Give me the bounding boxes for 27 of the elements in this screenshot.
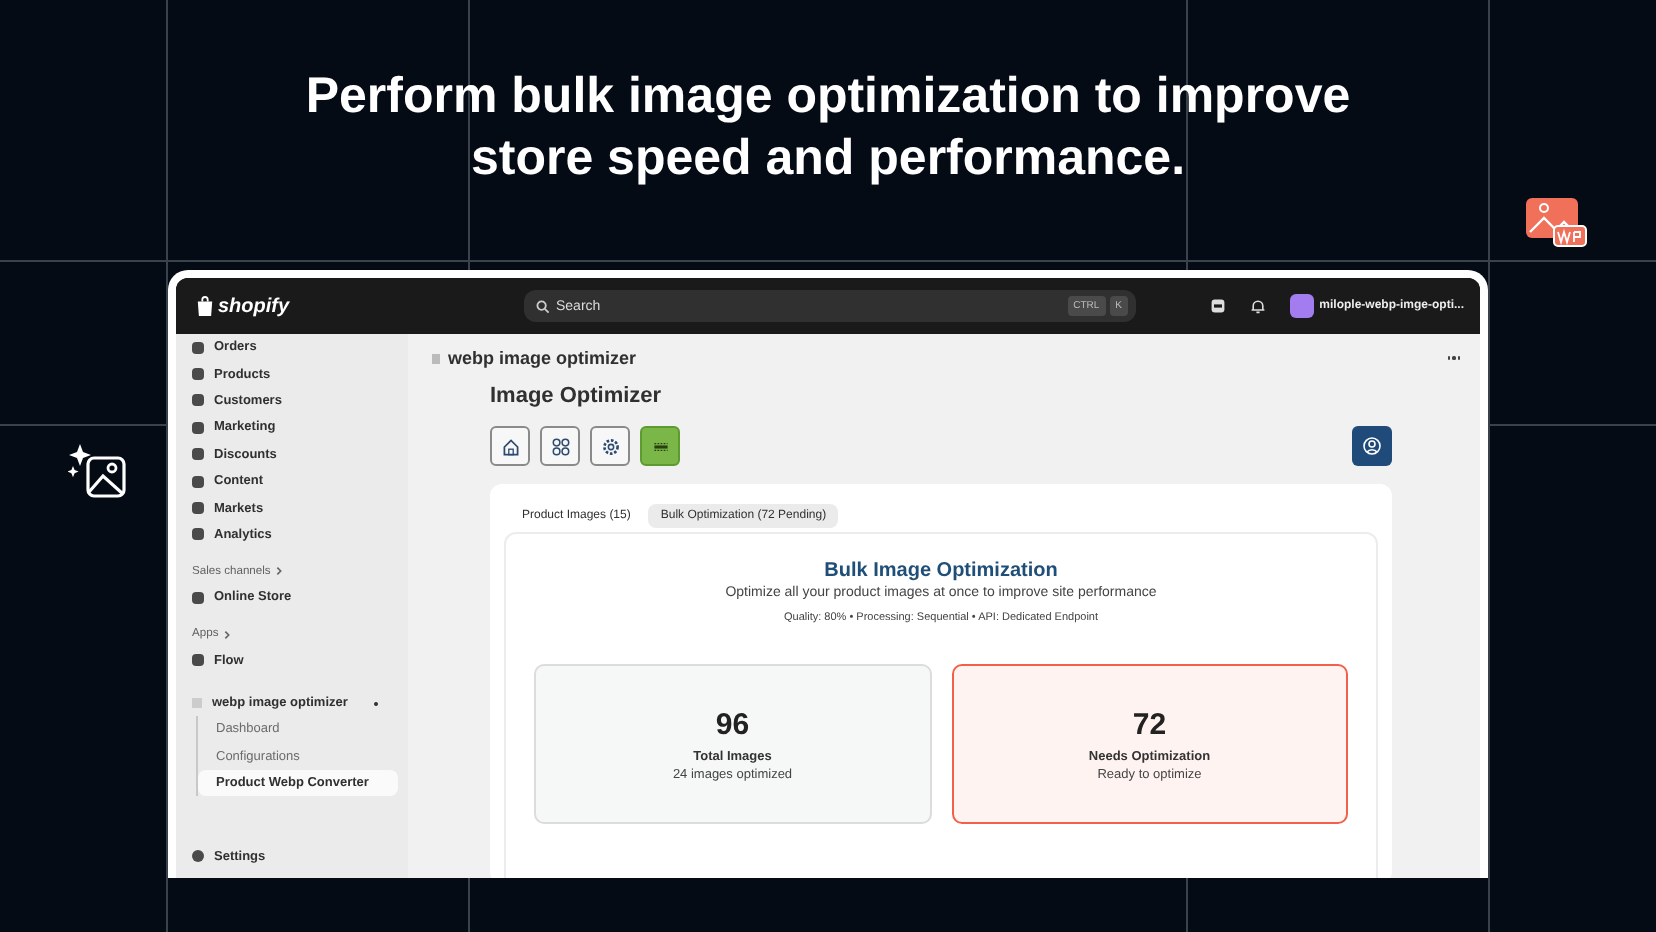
search-icon <box>536 299 550 313</box>
chevron-icon <box>274 566 285 577</box>
chevron-icon <box>222 629 233 640</box>
grid-icon <box>549 435 571 457</box>
app-icon <box>192 698 202 709</box>
app-title: webp image optimizer <box>448 348 637 368</box>
sparkle-image-icon <box>68 440 128 500</box>
toolbar-button[interactable] <box>590 426 630 466</box>
store-avatar-icon <box>1289 294 1314 318</box>
page-heading: Image Optimizer <box>490 384 664 408</box>
app-icon <box>432 353 440 363</box>
shopping-bag-icon <box>196 296 214 316</box>
image-webp-icon <box>1524 196 1588 248</box>
store-icon[interactable] <box>1209 298 1226 314</box>
headline: Perform bulk image optimization to improve store speed and performance. <box>303 66 1353 190</box>
account-button[interactable] <box>1352 426 1392 466</box>
home-icon <box>499 435 521 457</box>
settings-icon <box>599 435 621 457</box>
toolbar-button[interactable] <box>540 426 580 466</box>
stat-value: 72 <box>1132 707 1167 741</box>
dot-icon <box>373 701 378 706</box>
panel-title: Bulk Image Optimization <box>822 560 1060 582</box>
stat-value: 96 <box>715 707 750 741</box>
toolbar-button[interactable] <box>490 426 530 466</box>
bell-icon[interactable] <box>1249 298 1266 314</box>
logo-text: shopify <box>218 295 290 317</box>
user-icon <box>1362 436 1382 456</box>
